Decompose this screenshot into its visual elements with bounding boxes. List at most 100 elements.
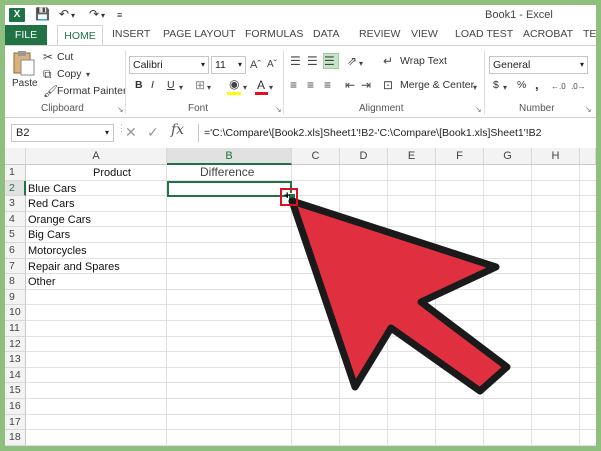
underline-dropdown-icon[interactable]: ▾ (179, 81, 183, 95)
selected-cell-b2[interactable] (167, 181, 292, 197)
row-header-13[interactable]: 13 (5, 352, 26, 368)
increase-indent-icon[interactable]: ⇥ (361, 78, 371, 92)
merge-dropdown-icon[interactable]: ▾ (473, 81, 477, 95)
redo-icon[interactable]: ↷ (89, 7, 99, 21)
tab-te[interactable]: TE (583, 28, 596, 40)
tab-data[interactable]: DATA (313, 28, 339, 40)
cell-a6[interactable]: Motorcycles (28, 244, 87, 259)
decrease-indent-icon[interactable]: ⇤ (345, 78, 355, 92)
fill-dropdown-icon[interactable]: ▾ (243, 81, 247, 95)
cell-a5[interactable]: Big Cars (28, 228, 70, 243)
increase-decimal-icon[interactable]: ←.0 (551, 80, 566, 94)
column-header-g[interactable]: G (484, 148, 532, 165)
format-painter-button[interactable]: Format Painter (57, 85, 126, 97)
currency-button[interactable]: $ (493, 79, 499, 91)
shrink-font-icon[interactable]: Aˇ (267, 58, 277, 72)
row-header-4[interactable]: 4 (5, 211, 26, 228)
column-header-e[interactable]: E (388, 148, 436, 165)
redo-dropdown-icon[interactable]: ▾ (101, 11, 105, 20)
cell-a8[interactable]: Other (28, 275, 56, 290)
font-color-icon[interactable]: A (257, 78, 265, 92)
align-bottom-icon[interactable]: ☰ (323, 53, 339, 69)
cell-a4[interactable]: Orange Cars (28, 213, 91, 228)
row-header-8[interactable]: 8 (5, 274, 26, 290)
cut-icon[interactable]: ✂ (43, 50, 53, 64)
enter-icon[interactable]: ✓ (147, 124, 159, 141)
row-header-14[interactable]: 14 (5, 367, 26, 384)
column-header-partial[interactable] (580, 148, 596, 165)
align-left-icon[interactable]: ≡ (290, 78, 297, 92)
tab-file[interactable]: FILE (5, 25, 47, 45)
borders-dropdown-icon[interactable]: ▾ (207, 81, 211, 95)
borders-icon[interactable]: ⊞ (195, 78, 205, 92)
worksheet-grid[interactable]: A B C D E F G H 1 2 3 4 5 6 7 8 9 10 11 12 13 14 15 16 1… (5, 148, 596, 446)
font-launcher-icon[interactable]: ↘ (275, 105, 282, 114)
undo-icon[interactable]: ↶ (59, 7, 69, 21)
row-header-7[interactable]: 7 (5, 258, 26, 275)
tab-home[interactable]: HOME (57, 25, 103, 45)
column-header-c[interactable]: C (292, 148, 340, 165)
clipboard-launcher-icon[interactable]: ↘ (117, 105, 124, 114)
column-header-a[interactable]: A (26, 148, 167, 165)
tab-acrobat[interactable]: ACROBAT (523, 28, 573, 40)
font-name-select[interactable]: Calibri ▾ (129, 56, 209, 74)
align-middle-icon[interactable]: ☰ (307, 54, 318, 68)
tab-formulas[interactable]: FORMULAS (245, 28, 303, 40)
copy-icon[interactable]: ⧉ (43, 67, 52, 81)
insert-function-button[interactable]: fx (171, 122, 184, 138)
grow-font-icon[interactable]: Aˆ (250, 58, 261, 72)
align-top-icon[interactable]: ☰ (290, 54, 301, 68)
cell-a7[interactable]: Repair and Spares (28, 260, 120, 275)
copy-button[interactable]: Copy (57, 68, 82, 80)
row-header-15[interactable]: 15 (5, 383, 26, 399)
column-header-b[interactable]: B (167, 148, 292, 165)
row-header-11[interactable]: 11 (5, 321, 26, 337)
cell-a1[interactable]: Product (93, 166, 131, 181)
cancel-icon[interactable]: ✕ (125, 124, 137, 141)
row-header-9[interactable]: 9 (5, 289, 26, 306)
paste-button[interactable]: Paste (11, 50, 38, 92)
tab-review[interactable]: REVIEW (359, 28, 400, 40)
select-all-corner[interactable] (5, 148, 26, 165)
number-launcher-icon[interactable]: ↘ (585, 105, 592, 114)
merge-center-button[interactable]: Merge & Center (400, 79, 474, 91)
underline-button[interactable]: U (167, 79, 175, 91)
align-center-icon[interactable]: ≡ (307, 78, 314, 92)
customize-icon[interactable]: ≡ (117, 10, 122, 20)
percent-button[interactable]: % (517, 79, 526, 91)
tab-load-test[interactable]: LOAD TEST (455, 28, 513, 40)
row-header-16[interactable]: 16 (5, 399, 26, 415)
font-color-dropdown-icon[interactable]: ▾ (269, 81, 273, 95)
column-header-h[interactable]: H (532, 148, 580, 165)
orientation-dropdown-icon[interactable]: ▾ (359, 57, 363, 71)
row-header-5[interactable]: 5 (5, 227, 26, 243)
row-header-17[interactable]: 17 (5, 414, 26, 431)
row-header-2[interactable]: 2 (5, 180, 26, 197)
row-header-1[interactable]: 1 (5, 165, 26, 181)
font-size-select[interactable]: 11 ▾ (211, 56, 246, 74)
undo-dropdown-icon[interactable]: ▾ (71, 11, 75, 20)
row-header-6[interactable]: 6 (5, 243, 26, 259)
column-header-f[interactable]: F (436, 148, 484, 165)
merge-center-icon[interactable]: ⊡ (383, 78, 393, 92)
comma-style-icon[interactable]: , (535, 77, 539, 92)
wrap-text-button[interactable]: Wrap Text (400, 55, 447, 67)
tab-page-layout[interactable]: PAGE LAYOUT (163, 28, 236, 40)
formula-input[interactable]: ='C:\Compare\[Book2.xls]Sheet1'!B2-'C:\C… (198, 124, 594, 142)
align-right-icon[interactable]: ≡ (324, 78, 331, 92)
fill-color-icon[interactable]: ◉ (229, 77, 239, 91)
copy-dropdown-icon[interactable]: ▾ (86, 68, 90, 82)
number-format-select[interactable]: General ▾ (489, 56, 588, 74)
row-header-12[interactable]: 12 (5, 336, 26, 353)
format-painter-icon[interactable]: 🖌 (43, 84, 58, 98)
row-header-3[interactable]: 3 (5, 196, 26, 212)
tab-insert[interactable]: INSERT (112, 28, 150, 40)
italic-button[interactable]: I (151, 79, 154, 91)
row-header-10[interactable]: 10 (5, 305, 26, 321)
bold-button[interactable]: B (135, 79, 143, 91)
cell-a3[interactable]: Red Cars (28, 197, 74, 212)
cell-b1[interactable]: Difference (200, 165, 254, 180)
alignment-launcher-icon[interactable]: ↘ (475, 105, 482, 114)
column-header-d[interactable]: D (340, 148, 388, 165)
wrap-text-icon[interactable]: ↵ (383, 54, 393, 68)
